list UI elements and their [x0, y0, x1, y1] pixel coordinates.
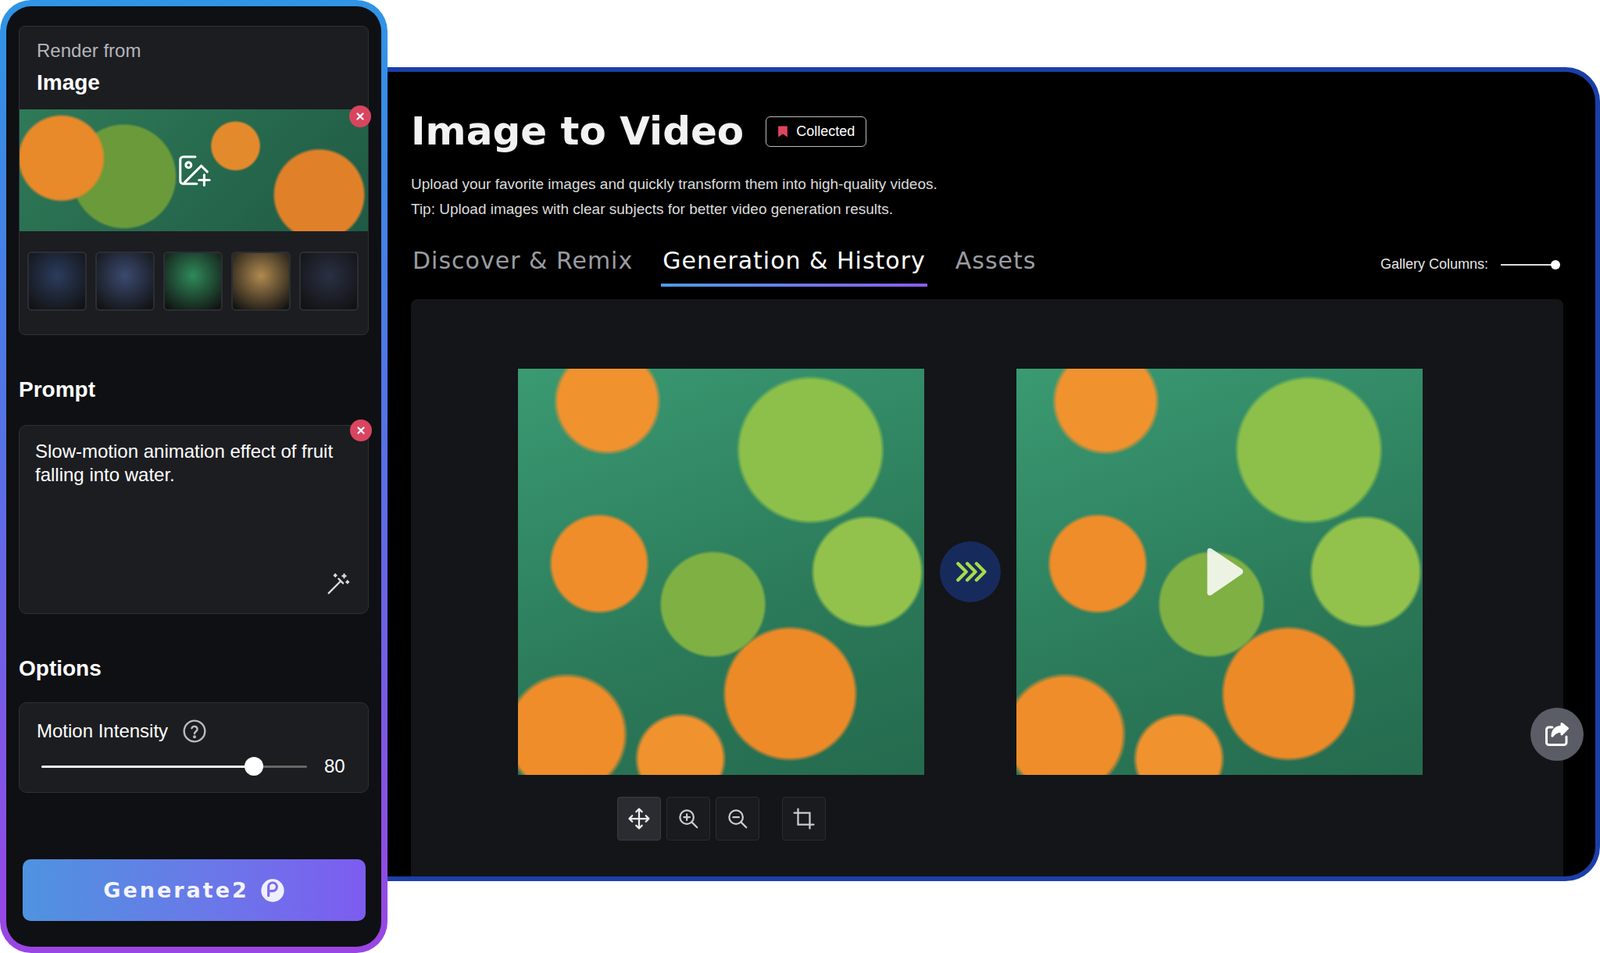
- close-icon: [355, 425, 367, 436]
- move-button[interactable]: [617, 796, 661, 841]
- crop-icon: [792, 807, 816, 831]
- remove-image-button[interactable]: [349, 105, 372, 128]
- settings-panel: Render from Image Prompt Slow-motion animat…: [0, 0, 388, 953]
- help-icon[interactable]: [182, 718, 208, 744]
- double-chevron-icon: [953, 559, 987, 585]
- description-line: Tip: Upload images with clear subjects f…: [410, 196, 1564, 222]
- magic-wand-icon[interactable]: [324, 571, 351, 598]
- crop-button[interactable]: [782, 796, 826, 841]
- generate-button[interactable]: Generate2: [22, 859, 366, 922]
- tab[interactable]: Generation & History: [660, 242, 928, 287]
- thumbnail[interactable]: [163, 251, 223, 311]
- gallery-columns-control: Gallery Columns:: [1380, 256, 1564, 273]
- thumbnail-row: [19, 231, 368, 335]
- credit-icon: [260, 878, 286, 904]
- thumbnail[interactable]: [231, 251, 291, 311]
- tab-bar: Discover & Remix Generation & History Asse…: [410, 242, 1038, 287]
- source-image[interactable]: [19, 109, 368, 232]
- source-type[interactable]: Image: [36, 68, 351, 97]
- thumbnail[interactable]: [299, 251, 359, 311]
- gallery-area: [410, 299, 1564, 877]
- zoom-out-icon: [725, 807, 750, 831]
- gallery-columns-label: Gallery Columns:: [1380, 256, 1489, 273]
- slider-knob[interactable]: [1550, 260, 1561, 270]
- main-panel: Image to Video Collected Upload your favor…: [387, 67, 1600, 882]
- prompt-heading: Prompt: [18, 375, 369, 404]
- image-toolbar: [617, 796, 925, 841]
- page-title: Image to Video: [410, 106, 744, 157]
- add-image-icon[interactable]: [175, 152, 212, 189]
- move-icon: [627, 807, 651, 831]
- share-icon: [1542, 720, 1572, 749]
- page: Render from Image Prompt Slow-motion animat…: [0, 0, 1600, 953]
- play-icon[interactable]: [1203, 547, 1244, 597]
- description-line: Upload your favorite images and quickly …: [410, 171, 1564, 197]
- zoom-in-button[interactable]: [666, 796, 711, 841]
- source-box: Render from Image: [18, 25, 369, 336]
- convert-arrow: [939, 541, 1001, 603]
- share-button[interactable]: [1530, 707, 1584, 761]
- clear-prompt-button[interactable]: [350, 419, 372, 442]
- description: Upload your favorite images and quickly …: [410, 171, 1564, 222]
- motion-intensity-value: 80: [324, 754, 351, 779]
- render-from-label: Render from: [36, 39, 351, 63]
- tab[interactable]: Assets: [953, 242, 1039, 287]
- options-heading: Options: [18, 654, 369, 683]
- output-video[interactable]: [1016, 368, 1423, 775]
- thumbnail[interactable]: [27, 251, 87, 311]
- slider-knob[interactable]: [244, 757, 264, 776]
- input-image[interactable]: [517, 368, 925, 775]
- gallery-columns-slider[interactable]: [1500, 264, 1556, 266]
- zoom-in-icon: [676, 807, 700, 831]
- bookmark-icon: [777, 125, 789, 139]
- close-icon: [354, 110, 366, 122]
- collected-badge[interactable]: Collected: [765, 116, 867, 147]
- prompt-input[interactable]: Slow-motion animation effect of fruit fa…: [18, 425, 369, 615]
- motion-intensity-label: Motion Intensity: [36, 719, 168, 743]
- thumbnail[interactable]: [95, 251, 155, 311]
- zoom-out-button[interactable]: [715, 796, 760, 841]
- motion-intensity-option: Motion Intensity 80: [18, 702, 369, 793]
- tab[interactable]: Discover & Remix: [410, 242, 635, 287]
- motion-intensity-slider[interactable]: [41, 765, 308, 768]
